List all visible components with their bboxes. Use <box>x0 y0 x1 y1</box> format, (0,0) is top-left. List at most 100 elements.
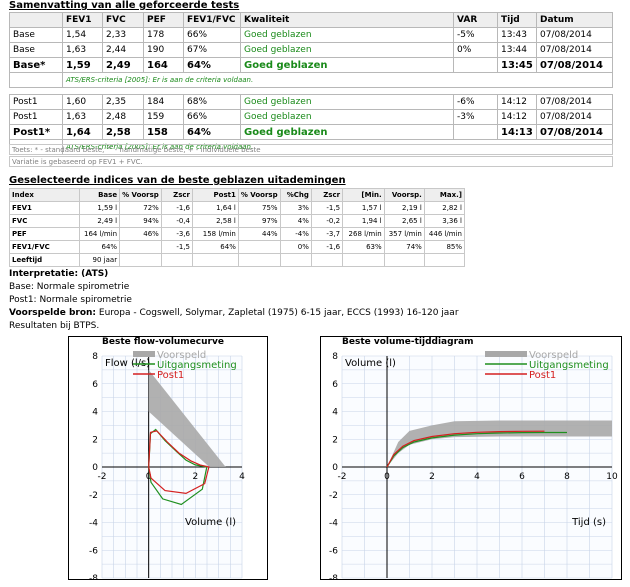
summary-body: Base 1,54 2,33 178 66% Goed geblazen -5% 13:43 0… <box>9 27 613 155</box>
x-tick-label: 10 <box>606 472 618 482</box>
cell-time: 13:44 <box>497 42 537 58</box>
cell-pef: 190 <box>143 42 184 58</box>
indices-cell: 46% <box>119 227 162 241</box>
indices-cell: 44% <box>237 227 281 241</box>
indices-cell: 94% <box>119 214 162 228</box>
indices-cell: 1,94 l <box>342 214 385 228</box>
summary-table: FEV1 FVC PEF FEV1/FVC Kwaliteit VAR Tijd… <box>9 12 613 155</box>
indices-cell: 72% <box>119 201 162 215</box>
cell-label: Post1 <box>9 109 63 125</box>
y-tick-label: -4 <box>89 519 98 529</box>
y-tick-label: 4 <box>332 408 338 418</box>
table-row: Post1* 1,64 2,58 158 64% Goed geblazen 14:13 07… <box>9 124 613 140</box>
cell-fev1: 1,54 <box>62 27 103 43</box>
indices-header-cell: Zscr <box>160 188 194 202</box>
flow-volume-svg: 86420-2-4-6-8-2 0 2 4Beste flow-volumecurve… <box>68 336 268 584</box>
indices-header-cell: % Voorsp <box>119 188 162 202</box>
indices-cell: FEV1 <box>9 201 80 215</box>
cell-fev1: 1,64 <box>62 124 103 140</box>
cell-pef: 158 <box>143 124 184 140</box>
chart-title: Beste flow-volumecurve <box>102 337 224 347</box>
cell-date: 07/08/2014 <box>536 109 613 125</box>
indices-cell: 357 l/min <box>383 227 425 241</box>
legend-label: Post1 <box>157 370 184 381</box>
indices-cell: 90 jaar <box>78 253 121 267</box>
x-tick-label: 6 <box>519 472 525 482</box>
criteria-note-row: ATS/ERS-criteria [2005]: Er is aan de cr… <box>9 72 613 88</box>
indices-header-cell: Voorsp. <box>383 188 425 202</box>
cell-date: 07/08/2014 <box>536 27 613 43</box>
cell-pef: 164 <box>143 57 184 73</box>
chart-title: Beste volume-tijddiagram <box>342 337 473 347</box>
cell-quality: Goed geblazen <box>240 57 454 73</box>
indices-cell <box>237 253 281 267</box>
volume-time-chart: 8 6 4 2 0 -2 -4 -6 -8 -2 0 2 4 6 8 10 Beste volume-tijdd… <box>320 336 622 584</box>
indices-cell <box>119 240 162 254</box>
cell-ratio: 67% <box>183 42 241 58</box>
cell-time: 14:12 <box>497 94 537 110</box>
table-row: FEV1/FVC 64% -1,5 64% 0% -1,6 63% 74% 85% <box>9 240 466 254</box>
summary-gap-row <box>9 87 613 95</box>
predicted-source: Voorspelde bron: Europa - Cogswell, Soly… <box>9 308 459 318</box>
cell-fev1: 1,63 <box>62 109 103 125</box>
indices-cell: 64% <box>192 240 239 254</box>
summary-gap <box>9 87 613 95</box>
y-tick-label: -6 <box>89 546 98 556</box>
table-row: Post1 1,63 2,48 159 66% Goed geblazen -3% 14:12… <box>9 109 613 125</box>
cell-time: 13:45 <box>497 57 537 73</box>
indices-cell <box>423 253 466 267</box>
indices-cell <box>310 253 344 267</box>
indices-cell: 1,59 l <box>78 201 121 215</box>
y-tick-label: 2 <box>92 435 98 445</box>
x-tick-label: -2 <box>98 472 107 482</box>
table-row: Base* 1,59 2,49 164 64% Goed geblazen 13:45 07/… <box>9 57 613 73</box>
indices-cell <box>160 253 194 267</box>
indices-cell: 2,58 l <box>192 214 239 228</box>
x-tick-label: 4 <box>474 472 480 482</box>
indices-cell: 75% <box>237 201 281 215</box>
cell-date: 07/08/2014 <box>536 94 613 110</box>
y-tick-label: -8 <box>89 574 98 580</box>
y-tick-label: 4 <box>92 408 98 418</box>
cell-fev1: 1,63 <box>62 42 103 58</box>
header-quality: Kwaliteit <box>240 12 454 28</box>
indices-cell <box>383 253 425 267</box>
criteria-note: ATS/ERS-criteria [2005]: Er is aan de cr… <box>62 72 613 88</box>
table-row: FVC 2,49 l 94% -0,4 2,58 l 97% 4% -0,2 1,94 l 2,6… <box>9 214 466 228</box>
predicted-source-text: Europa - Cogswell, Solymar, Zapletal (19… <box>98 308 459 318</box>
table-row: PEF 164 l/min 46% -3,6 158 l/min 44% -4% -3,7 26… <box>9 227 466 241</box>
table-row: FEV1 1,59 l 72% -1,6 1,64 l 75% 3% -1,5 1,57 l 2,… <box>9 201 466 215</box>
cell-pef: 159 <box>143 109 184 125</box>
y-axis-label: Volume (l) <box>345 358 396 369</box>
indices-cell: 1,57 l <box>342 201 385 215</box>
y-tick-label: -2 <box>329 491 338 501</box>
indices-cell: -4% <box>279 227 312 241</box>
indices-cell: 268 l/min <box>342 227 385 241</box>
cell-var: -6% <box>453 94 498 110</box>
cell-ratio: 66% <box>183 109 241 125</box>
indices-cell <box>279 253 312 267</box>
indices-cell: 2,19 l <box>383 201 425 215</box>
indices-header-cell: %Chg <box>279 188 312 202</box>
indices-cell: 4% <box>279 214 312 228</box>
indices-cell: 85% <box>423 240 466 254</box>
flow-volume-chart: 8 6 4 2 0 -2 -4 -6 -8 -2 0 2 4 Beste flow-volumecurve… <box>68 336 268 584</box>
indices-cell: -1,5 <box>160 240 194 254</box>
indices-header-cell: % Voorsp <box>237 188 281 202</box>
criteria-note-spacer <box>9 72 63 88</box>
header-time: Tijd <box>497 12 537 28</box>
footnote-legend: Toets: * - standaard beste, ^ - handmati… <box>9 144 613 155</box>
indices-cell <box>237 240 281 254</box>
indices-header-cell: Zscr <box>310 188 344 202</box>
indices-cell: -3,6 <box>160 227 194 241</box>
indices-cell: FEV1/FVC <box>9 240 80 254</box>
cell-quality: Goed geblazen <box>240 27 454 43</box>
indices-cell: -0,4 <box>160 214 194 228</box>
cell-time: 13:43 <box>497 27 537 43</box>
indices-cell: -1,5 <box>310 201 344 215</box>
cell-quality: Goed geblazen <box>240 42 454 58</box>
cell-date: 07/08/2014 <box>536 124 613 140</box>
cell-fvc: 2,35 <box>102 94 144 110</box>
x-tick-label: 2 <box>429 472 435 482</box>
indices-body: FEV1 1,59 l 72% -1,6 1,64 l 75% 3% -1,5 1,57 l 2,… <box>9 201 466 267</box>
